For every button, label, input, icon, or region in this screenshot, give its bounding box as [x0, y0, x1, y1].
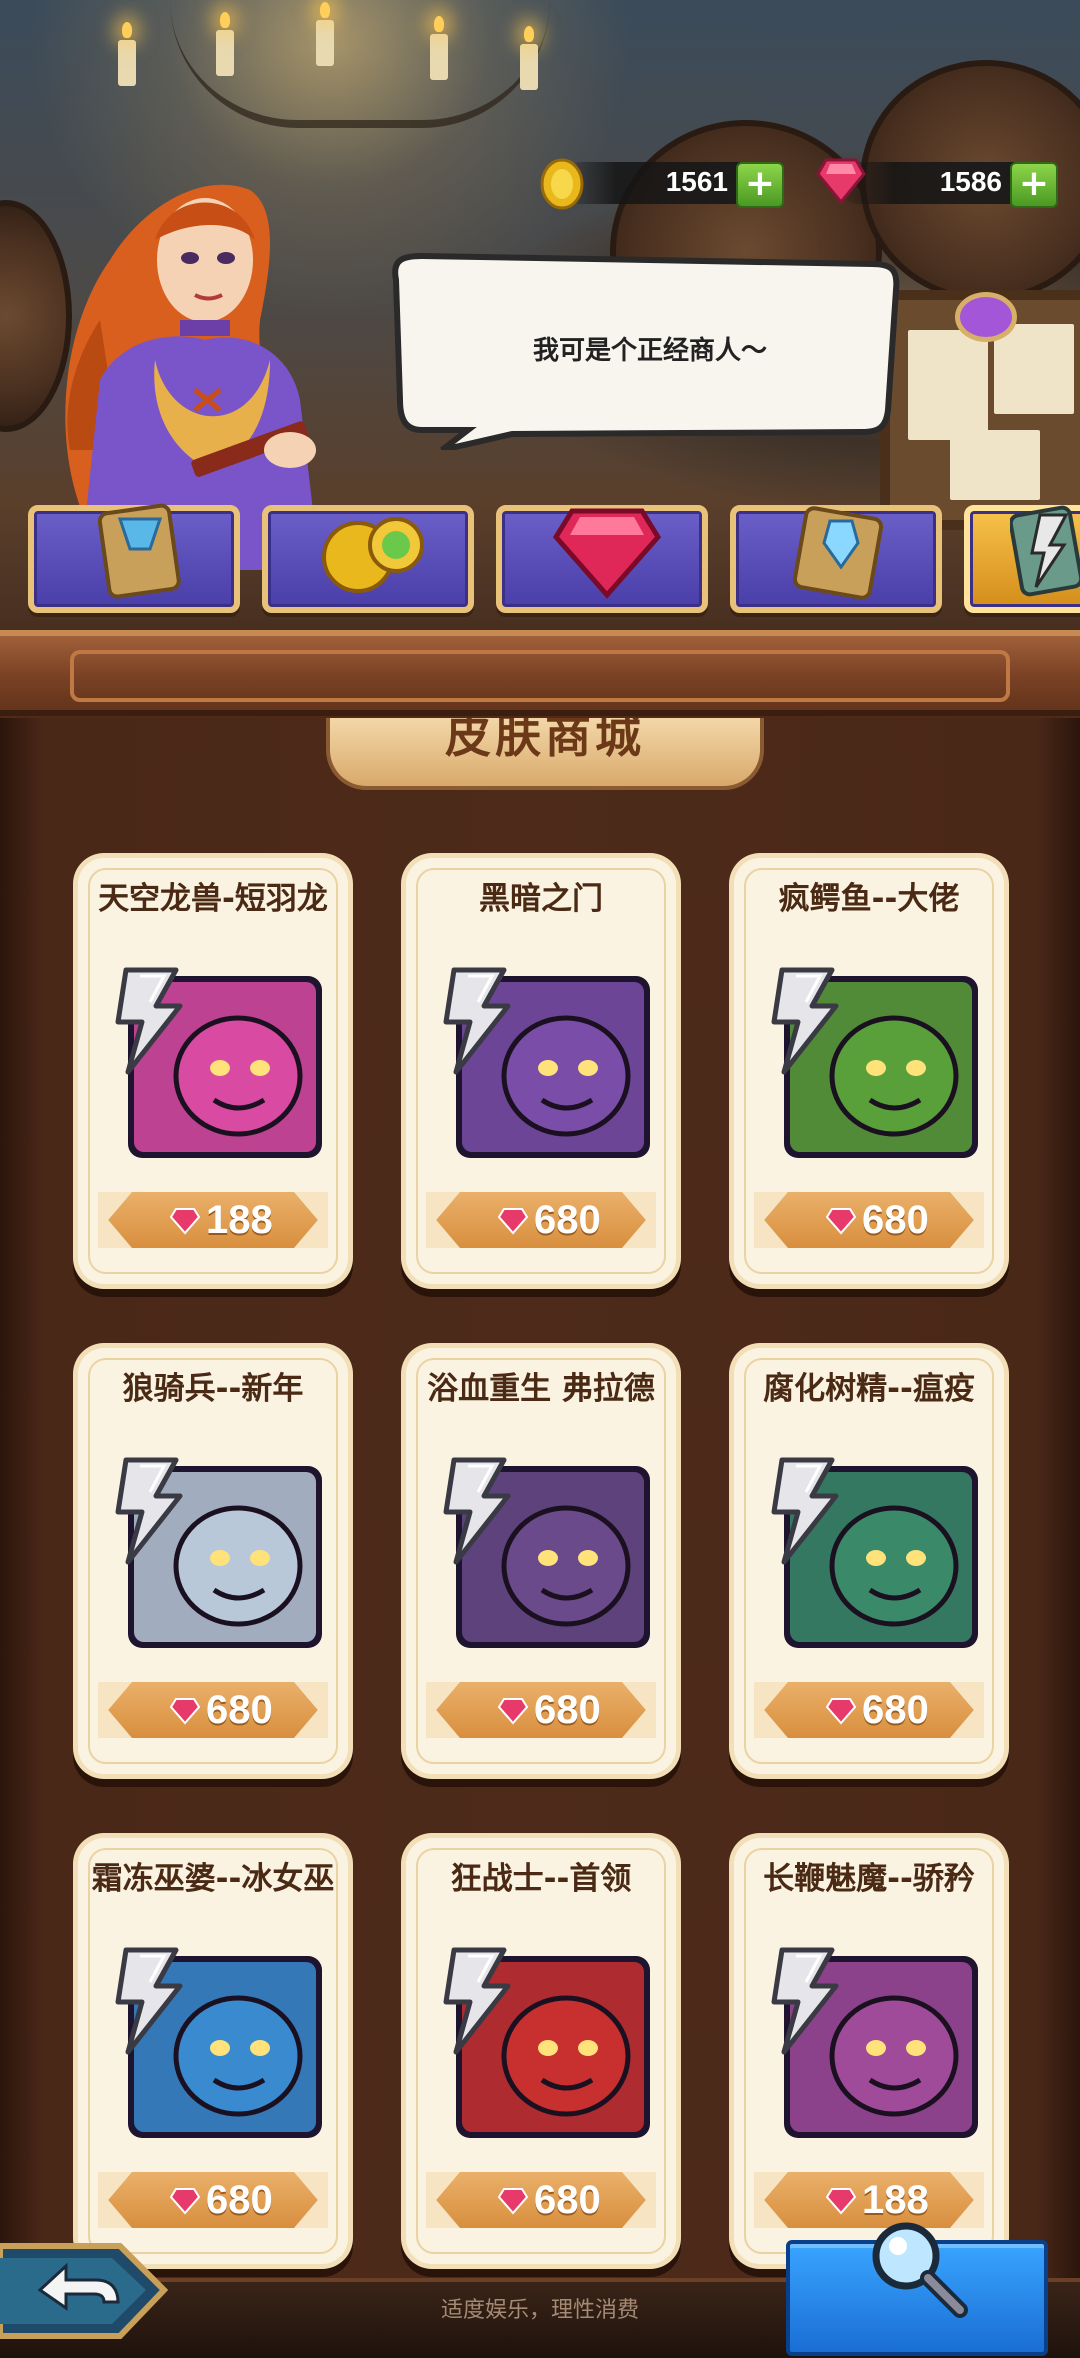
- lightning-icon: [115, 967, 183, 1075]
- skin-price: 680: [534, 2178, 601, 2222]
- tab-scroll-card[interactable]: [28, 503, 240, 613]
- tab-skins[interactable]: [964, 505, 1080, 613]
- price-tag: 680: [426, 2172, 656, 2228]
- purple-gem-icon: [955, 292, 1017, 342]
- skin-name: 腐化树精--瘟疫: [763, 1371, 975, 1407]
- price-tag: 680: [754, 1682, 984, 1738]
- price-tag: 680: [754, 1192, 984, 1248]
- skin-card[interactable]: 黑暗之门 680: [406, 858, 676, 1284]
- lightning-icon: [443, 1457, 511, 1565]
- skin-name: 长鞭魅魔--骄矜: [763, 1861, 975, 1897]
- tab-rail: [0, 630, 1080, 732]
- skin-name: 狂战士--首领: [450, 1861, 632, 1897]
- lightning-icon: [771, 1947, 839, 2055]
- candle-icon: [430, 16, 448, 80]
- skin-card[interactable]: 狼骑兵--新年 680: [78, 1348, 348, 1774]
- skin-name: 浴血重生 弗拉德: [427, 1371, 655, 1407]
- skin-card[interactable]: 长鞭魅魔--骄矜 188: [734, 1838, 1004, 2264]
- coins-icon: [322, 517, 424, 593]
- skin-price: 680: [206, 1688, 273, 1732]
- price-tag: 680: [98, 1682, 328, 1738]
- red-gem-icon: [170, 1208, 200, 1235]
- lightning-icon: [115, 1457, 183, 1565]
- gold-counter: 1561 +: [540, 158, 784, 210]
- red-gem-icon: [498, 1208, 528, 1235]
- skin-name: 霜冻巫婆--冰女巫: [91, 1861, 335, 1897]
- red-gem-icon: [816, 158, 866, 205]
- skin-card[interactable]: 腐化树精--瘟疫 680: [734, 1348, 1004, 1774]
- skin-price: 680: [206, 2178, 273, 2222]
- skin-card[interactable]: 天空龙兽-短羽龙 188: [78, 858, 348, 1284]
- red-gem-icon: [826, 2188, 856, 2215]
- lightning-icon: [443, 967, 511, 1075]
- skin-price: 680: [534, 1688, 601, 1732]
- scroll-card-icon: [97, 503, 181, 599]
- gem-amount: 1586: [939, 166, 1002, 197]
- gem-counter: 1586 +: [816, 158, 1058, 208]
- candle-icon: [118, 22, 136, 86]
- tab-crystal-scroll[interactable]: [730, 505, 942, 613]
- candle-icon: [216, 12, 234, 76]
- gold-coin-icon: [540, 158, 584, 210]
- skin-price: 680: [862, 1688, 929, 1732]
- add-gold-button[interactable]: +: [736, 162, 784, 208]
- lightning-icon: [115, 1947, 183, 2055]
- skin-name: 黑暗之门: [479, 881, 603, 917]
- search-button[interactable]: [786, 2222, 1048, 2356]
- skin-card[interactable]: 浴血重生 弗拉德 680: [406, 1348, 676, 1774]
- skin-price: 188: [206, 1198, 273, 1242]
- skin-card[interactable]: 霜冻巫婆--冰女巫 680: [78, 1838, 348, 2264]
- shop-title: 皮肤商城: [445, 718, 645, 763]
- red-gem-icon: [498, 2188, 528, 2215]
- red-gem-icon: [170, 2188, 200, 2215]
- shop-category-tabs: [0, 503, 1080, 625]
- big-gem-icon: [552, 508, 662, 599]
- price-tag: 188: [98, 1192, 328, 1248]
- red-gem-icon: [826, 1698, 856, 1725]
- skin-name: 疯鳄鱼--大佬: [778, 881, 960, 917]
- gold-amount: 1561: [665, 166, 728, 197]
- lightning-icon: [771, 967, 839, 1075]
- skin-card[interactable]: 狂战士--首领 680: [406, 1838, 676, 2264]
- tavern-scene: 我可是个正经商人～ 1561 + 1586 +: [0, 0, 1080, 720]
- tab-coins[interactable]: [262, 505, 474, 613]
- shop-title-banner: 皮肤商城: [326, 718, 764, 790]
- lightning-icon: [771, 1457, 839, 1565]
- skin-card[interactable]: 疯鳄鱼--大佬 680: [734, 858, 1004, 1284]
- skin-card-icon: [1010, 505, 1080, 597]
- price-tag: 680: [426, 1192, 656, 1248]
- back-button[interactable]: [0, 2232, 170, 2342]
- red-gem-icon: [170, 1698, 200, 1725]
- magnifier-icon: [872, 2222, 968, 2318]
- add-gems-button[interactable]: +: [1010, 162, 1058, 208]
- merchant-speech: 我可是个正经商人～: [532, 336, 767, 366]
- candle-icon: [520, 26, 538, 90]
- skin-price: 680: [862, 1198, 929, 1242]
- tab-gems[interactable]: [496, 505, 708, 613]
- blue-crystal-scroll-icon: [792, 506, 884, 600]
- skin-name: 狼骑兵--新年: [122, 1371, 304, 1407]
- skin-name: 天空龙兽-短羽龙: [98, 881, 328, 917]
- skin-price: 680: [534, 1198, 601, 1242]
- price-tag: 680: [426, 1682, 656, 1738]
- lightning-icon: [443, 1947, 511, 2055]
- red-gem-icon: [498, 1698, 528, 1725]
- red-gem-icon: [826, 1208, 856, 1235]
- candle-icon: [316, 2, 334, 66]
- price-tag: 680: [98, 2172, 328, 2228]
